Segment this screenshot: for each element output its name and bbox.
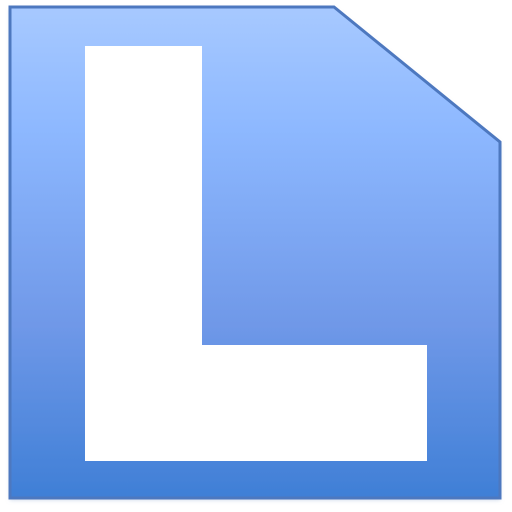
letter-l-glyph: L xyxy=(0,0,9,4)
app-icon-canvas: L xyxy=(0,0,512,512)
letter-l-app-icon: L xyxy=(0,0,502,500)
